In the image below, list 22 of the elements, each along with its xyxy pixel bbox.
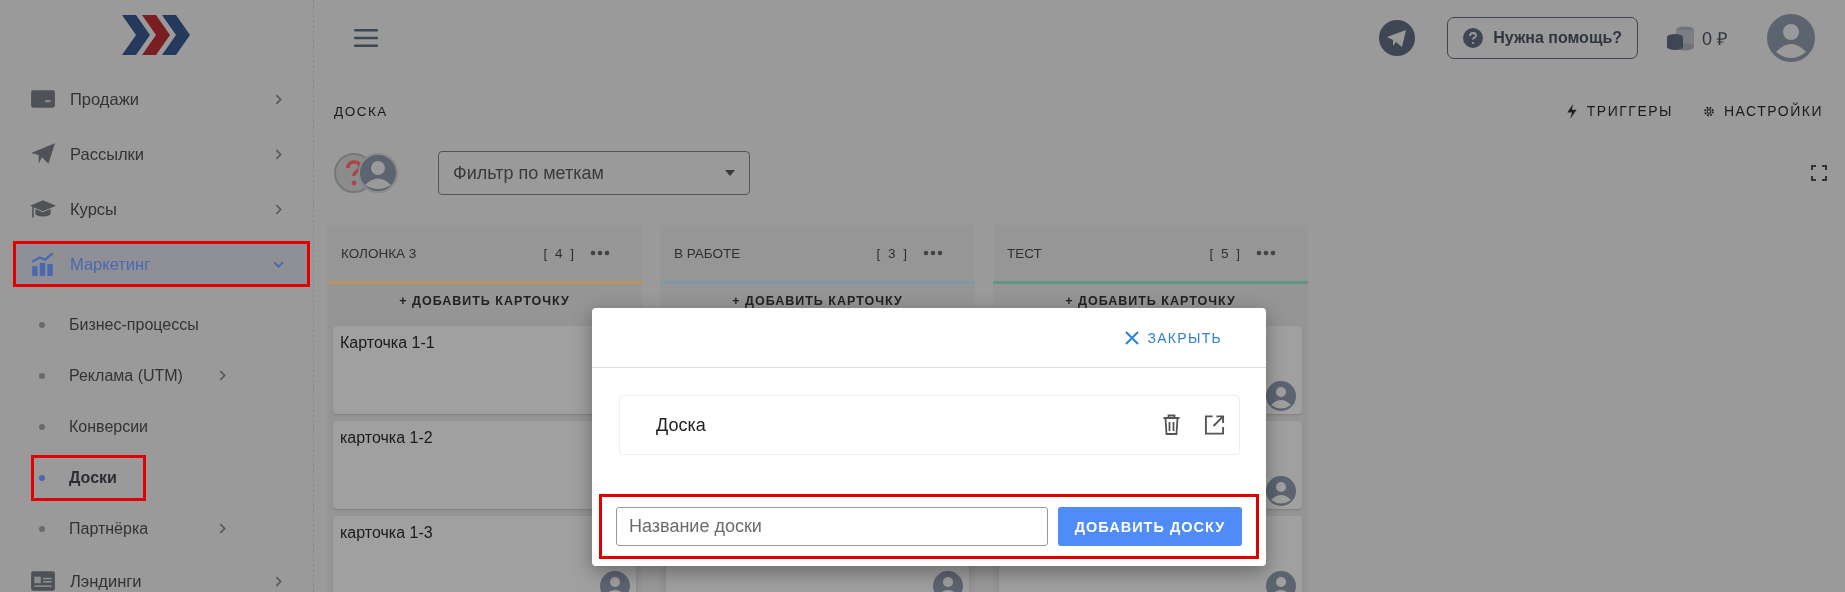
board-list-item[interactable]: Доска (619, 395, 1240, 455)
add-board-button[interactable]: ДОБАВИТЬ ДОСКУ (1058, 507, 1242, 546)
board-title: ДОСКА (334, 103, 388, 119)
sidebar-subitem[interactable]: Партнёрка (34, 508, 175, 549)
add-card-button[interactable]: + ДОБАВИТЬ КАРТОЧКУ (993, 284, 1308, 318)
sidebar-subitem[interactable]: Конверсии (34, 406, 175, 447)
close-button[interactable]: ЗАКРЫТЬ (1125, 329, 1222, 346)
sidebar-item[interactable]: Курсы (16, 189, 307, 229)
sidebar-item[interactable]: Рассылки (16, 134, 307, 174)
add-card-button[interactable]: + ДОБАВИТЬ КАРТОЧКУ (327, 284, 642, 318)
triggers-link[interactable]: ТРИГГЕРЫ (1565, 103, 1673, 119)
add-card-button[interactable]: + ДОБАВИТЬ КАРТОЧКУ (660, 284, 975, 318)
sidebar-item[interactable]: Продажи (16, 79, 307, 119)
sidebar-subitem[interactable]: Бизнес-процессы (34, 304, 225, 345)
sidebar-subitem[interactable]: Реклама (UTM) (34, 355, 209, 396)
tag-filter-dropdown[interactable]: Фильтр по меткам (438, 151, 750, 195)
settings-link[interactable]: НАСТРОЙКИ (1702, 103, 1823, 119)
balance-amount: 0 ₽ (1702, 28, 1727, 50)
sidebar-subitem[interactable]: Доски (34, 457, 143, 498)
help-button[interactable]: Нужна помощь? (1447, 17, 1638, 59)
sidebar-item[interactable]: Лэндинги (16, 561, 307, 592)
board-name-input[interactable]: Название доски (616, 507, 1048, 546)
